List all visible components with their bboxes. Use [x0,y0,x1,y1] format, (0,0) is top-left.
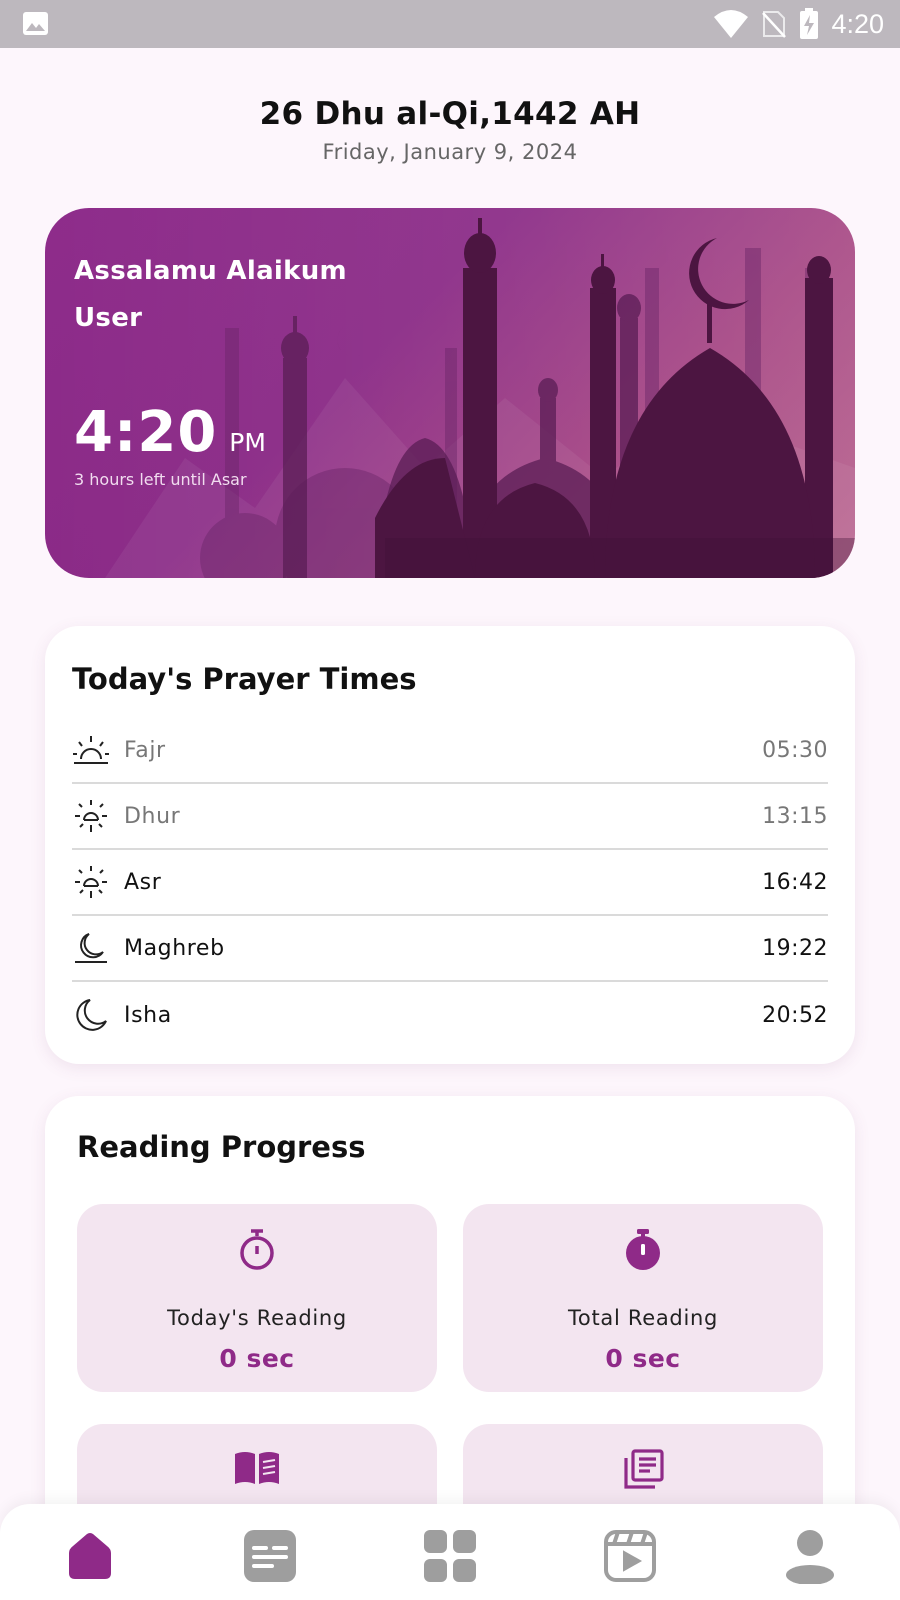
gregorian-date: Friday, January 9, 2024 [322,140,578,164]
current-time-ampm: PM [229,428,266,457]
prayer-name: Dhur [124,803,181,829]
stat-label: Today's Reading [167,1306,347,1330]
reading-progress-title: Reading Progress [77,1130,366,1164]
prayer-name: Isha [124,1002,172,1028]
greeting-line: Assalamu Alaikum [74,256,347,286]
profile-icon[interactable] [780,1526,840,1586]
prayer-times-title: Today's Prayer Times [72,662,417,696]
stopwatch-filled-icon [463,1228,823,1272]
articles-icon[interactable] [240,1526,300,1586]
image-notification-icon [23,12,48,35]
prayer-row-fajr[interactable]: Fajr 05:30 [72,718,828,784]
prayer-name: Asr [124,869,162,895]
status-time: 4:20 [831,8,884,39]
stat-value: 0 sec [219,1344,295,1373]
status-bar: 4:20 [0,0,900,48]
prayer-row-isha[interactable]: Isha 20:52 [72,982,828,1048]
stopwatch-outline-icon [77,1228,437,1272]
prayer-row-dhur[interactable]: Dhur 13:15 [72,784,828,850]
hero-banner: Assalamu Alaikum User 4:20 PM 3 hours le… [45,208,855,578]
prayer-time: 16:42 [762,869,828,895]
current-time: 4:20 PM [74,400,266,465]
moon-icon [72,996,110,1034]
user-name: User [74,303,143,333]
date-header: 26 Dhu al-Qi,1442 AH Friday, January 9, … [0,96,900,164]
no-sim-icon [762,11,787,38]
open-book-icon [77,1448,437,1488]
prayer-name: Fajr [124,737,166,763]
total-reading-stat[interactable]: Total Reading 0 sec [463,1204,823,1392]
sun-icon [72,863,110,901]
prayer-name: Maghreb [124,935,225,961]
newspaper-icon [463,1448,823,1492]
hijri-date: 26 Dhu al-Qi,1442 AH [259,96,641,132]
prayer-times-card: Today's Prayer Times Fajr 05:30 Dhur 13:… [45,626,855,1064]
wifi-icon [714,10,749,38]
next-prayer-countdown: 3 hours left until Asar [74,470,247,489]
stat-label: Total Reading [567,1306,719,1330]
greeting-text: Assalamu Alaikum User [74,248,347,342]
battery-charging-icon [800,8,819,39]
todays-reading-stat[interactable]: Today's Reading 0 sec [77,1204,437,1392]
grid-icon[interactable] [420,1526,480,1586]
video-icon[interactable] [600,1526,660,1586]
prayer-time: 20:52 [762,1002,828,1028]
prayer-row-asr[interactable]: Asr 16:42 [72,850,828,916]
bottom-navigation [0,1504,900,1600]
home-icon[interactable] [60,1526,120,1586]
moonset-icon [72,929,110,967]
prayer-row-maghreb[interactable]: Maghreb 19:22 [72,916,828,982]
sunrise-icon [72,731,110,769]
stat-value: 0 sec [605,1344,681,1373]
prayer-time: 05:30 [762,737,828,763]
prayer-time: 13:15 [762,803,828,829]
sun-icon [72,797,110,835]
prayer-time: 19:22 [762,935,828,961]
current-time-value: 4:20 [74,400,218,465]
